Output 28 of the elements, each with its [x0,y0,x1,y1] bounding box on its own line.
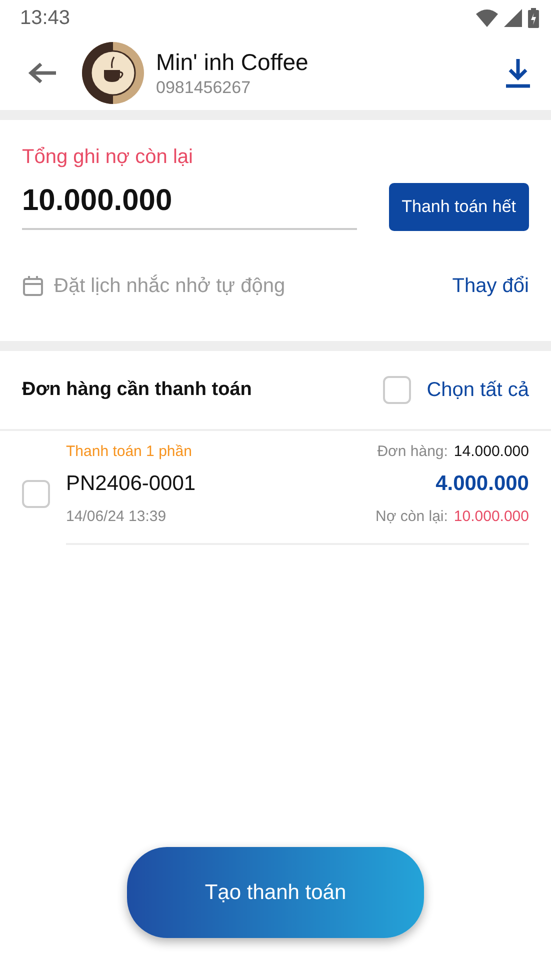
create-payment-button[interactable]: Tạo thanh toán [127,847,424,938]
order-date: 14/06/24 13:39 [66,508,166,525]
remaining-debt: 10.000.000 [454,508,529,525]
signal-icon [504,9,522,27]
debt-label: Tổng ghi nợ còn lại [22,146,194,169]
clock: 13:43 [20,6,70,30]
pay-all-button[interactable]: Thanh toán hết [388,183,529,231]
customer-name: Min' inh Coffee [156,48,310,76]
change-link[interactable]: Thay đổi [452,274,529,298]
order-total: 14.000.000 [454,443,529,460]
select-all-label[interactable]: Chọn tất cả [426,378,529,402]
battery-icon [528,8,539,28]
wifi-icon [476,9,498,27]
order-code: PN2406-0001 [66,472,196,496]
download-icon[interactable] [505,58,531,88]
payment-amount: 4.000.000 [436,472,529,496]
checkbox[interactable] [22,480,50,508]
phone-number: 0981456267 [156,78,252,98]
back-icon[interactable] [28,62,58,84]
calendar-icon [22,275,44,297]
checkbox[interactable] [382,376,411,404]
order-status: Thanh toán 1 phần [66,443,192,460]
order-total-label: Đơn hàng: [377,443,448,460]
remaining-label: Nợ còn lại: [376,508,448,525]
section-title: Đơn hàng cần thanh toán [22,379,252,401]
reminder-label: Đặt lịch nhắc nhở tự động [54,274,286,298]
logo-icon [82,42,144,104]
debt-amount: 10.000.000 [22,184,357,230]
